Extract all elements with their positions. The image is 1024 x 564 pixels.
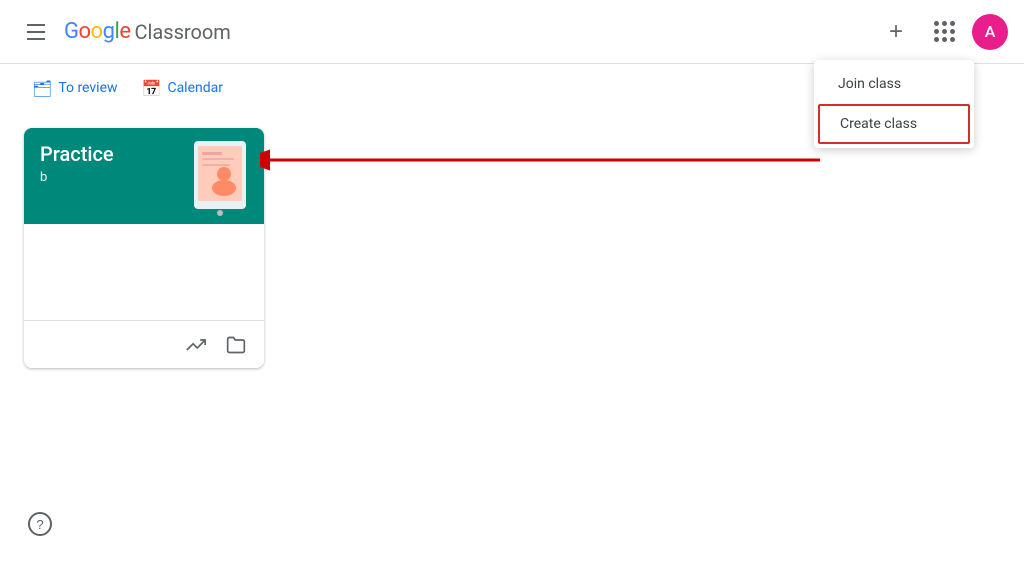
card-illustration	[184, 136, 256, 216]
help-icon: ?	[28, 512, 52, 536]
calendar-icon: 📅	[142, 79, 162, 98]
to-review-label: To review	[58, 80, 117, 96]
to-review-icon: 🗂	[32, 79, 52, 98]
google-apps-button[interactable]	[924, 12, 964, 52]
calendar-link[interactable]: 📅 Calendar	[134, 73, 231, 104]
add-button[interactable]: +	[876, 12, 916, 52]
create-class-menu-item[interactable]: Create class	[818, 104, 970, 144]
calendar-label: Calendar	[167, 80, 223, 96]
to-review-link[interactable]: 🗂 To review	[24, 73, 126, 104]
google-logo: Google	[64, 19, 130, 44]
classroom-label: Classroom	[134, 20, 230, 44]
class-card[interactable]: Practice b	[24, 128, 264, 368]
card-header: Practice b	[24, 128, 264, 224]
dropdown-menu: Join class Create class	[814, 60, 974, 148]
stats-icon[interactable]	[184, 333, 208, 357]
folder-icon[interactable]	[224, 333, 248, 357]
join-class-menu-item[interactable]: Join class	[814, 64, 974, 104]
app-header: Google Classroom + A	[0, 0, 1024, 64]
card-footer	[24, 320, 264, 368]
hamburger-icon	[27, 24, 45, 40]
logo-area: Google Classroom	[64, 19, 876, 44]
help-button[interactable]: ?	[24, 508, 56, 540]
card-body	[24, 224, 264, 320]
header-right: + A	[876, 12, 1008, 52]
avatar[interactable]: A	[972, 14, 1008, 50]
main-content: Practice b	[0, 112, 1024, 384]
grid-icon	[934, 21, 955, 42]
menu-button[interactable]	[16, 12, 56, 52]
